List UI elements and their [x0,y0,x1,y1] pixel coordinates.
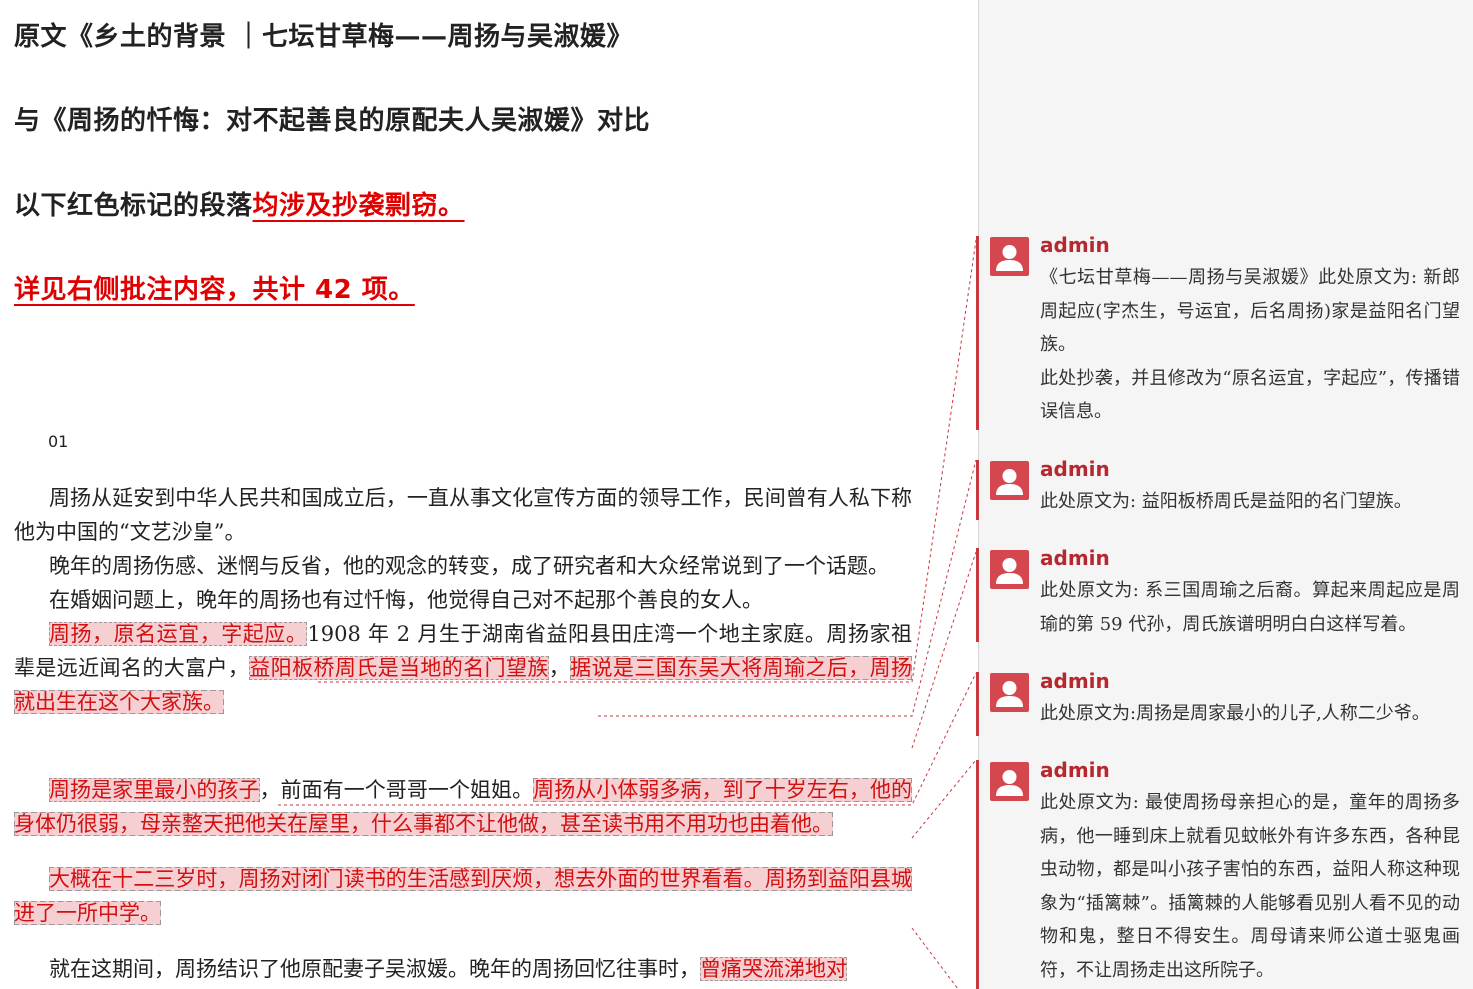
highlight-name[interactable]: 周扬，原名运宜，字起应。 [49,622,308,646]
document-body-3: 大概在十二三岁时，周扬对闭门读书的生活感到厌烦，想去外面的世界看看。周扬到益阳县… [14,862,912,930]
comment-bar-1 [976,236,979,430]
section-number: 01 [48,432,69,451]
title-line-1: 原文《乡土的背景 ｜七坛甘草梅——周扬与吴淑媛》 [14,22,634,52]
comment-card[interactable]: admin 此处原文为: 系三国周瑜之后裔。算起来周起应是周瑜的第 59 代孙，… [990,546,1462,642]
paragraph-7: 就在这期间，周扬结识了他原配妻子吴淑媛。晚年的周扬回忆往事时，曾痛哭流涕地对 [14,952,912,986]
highlight-family[interactable]: 益阳板桥周氏是当地的名门望族 [249,656,549,680]
notice-count-text: 详见右侧批注内容，共计 42 项。 [14,275,415,305]
comment-author: admin [1040,457,1110,481]
comment-author: admin [1040,758,1110,782]
comment-line: 《七坛甘草梅——周扬与吴淑媛》此处原文为: 新郎周起应(字杰生，号运宜，后名周扬… [1040,267,1460,355]
comment-card[interactable]: admin 此处原文为: 益阳板桥周氏是益阳的名门望族。 [990,457,1462,521]
highlight-school[interactable]: 大概在十二三岁时，周扬对闭门读书的生活感到厌烦，想去外面的世界看看。周扬到益阳县… [14,867,912,925]
paragraph-3: 在婚姻问题上，晚年的周扬也有过忏悔，他觉得自己对不起那个善良的女人。 [49,588,763,612]
comment-card[interactable]: admin 此处原文为: 最使周扬母亲担心的是，童年的周扬多病，他一睡到床上就看… [990,758,1462,988]
comment-card[interactable]: admin 《七坛甘草梅——周扬与吴淑媛》此处原文为: 新郎周起应(字杰生，号运… [990,233,1462,429]
document-body: 周扬从延安到中华人民共和国成立后，一直从事文化宣传方面的领导工作，民间曾有人私下… [14,481,913,719]
notice-line-1: 以下红色标记的段落均涉及抄袭剽窃。 [14,185,475,222]
paragraph-4-text-2: ， [548,656,571,680]
comment-text: 此处原文为:周扬是周家最小的儿子,人称二少爷。 [1040,697,1460,731]
paragraph-7-text-1: 就在这期间，周扬结识了他原配妻子吴淑媛。晚年的周扬回忆往事时， [49,957,700,981]
document-page: 原文《乡土的背景 ｜七坛甘草梅——周扬与吴淑媛》 与《周扬的忏悔：对不起善良的原… [0,0,978,989]
comment-author: admin [1040,546,1110,570]
notice-red-text: 均涉及抄袭剽窃。 [252,191,465,221]
comment-bar-4 [976,672,979,736]
comment-text: 此处原文为: 系三国周瑜之后裔。算起来周起应是周瑜的第 59 代孙，周氏族谱明明… [1040,574,1460,641]
paragraph-1: 周扬从延安到中华人民共和国成立后，一直从事文化宣传方面的领导工作，民间曾有人私下… [14,486,912,544]
highlight-youngest[interactable]: 周扬是家里最小的孩子 [49,778,260,802]
user-avatar-icon [990,550,1029,589]
paragraph-4: 周扬，原名运宜，字起应。1908 年 2 月生于湖南省益阳县田庄湾一个地主家庭。… [14,617,913,719]
user-avatar-icon [990,461,1029,500]
comment-bar-3 [976,548,979,642]
notice-line-2: 详见右侧批注内容，共计 42 项。 [14,269,425,306]
comment-line: 此处原文为: 益阳板桥周氏是益阳的名门望族。 [1040,491,1412,512]
comment-card[interactable]: admin 此处原文为:周扬是周家最小的儿子,人称二少爷。 [990,669,1462,735]
user-avatar-icon [990,237,1029,276]
comment-line: 此处原文为: 最使周扬母亲担心的是，童年的周扬多病，他一睡到床上就看见蚊帐外有许… [1040,792,1460,981]
comment-bar-5 [976,760,979,989]
paragraph-5-text-1: ，前面有一个哥哥一个姐姐。 [259,778,534,802]
comment-author: admin [1040,669,1110,693]
comment-line: 此处抄袭，并且修改为“原名运宜，字起应”，传播错误信息。 [1040,367,1460,423]
document-body-2: 周扬是家里最小的孩子，前面有一个哥哥一个姐姐。周扬从小体弱多病，到了十岁左右，他… [14,773,913,841]
comment-text: 此处原文为: 最使周扬母亲担心的是，童年的周扬多病，他一睡到床上就看见蚊帐外有许… [1040,786,1460,987]
paragraph-6: 大概在十二三岁时，周扬对闭门读书的生活感到厌烦，想去外面的世界看看。周扬到益阳县… [14,862,912,930]
paragraph-2: 晚年的周扬伤感、迷惘与反省，他的观念的转变，成了研究者和大众经常说到了一个话题。 [49,554,889,578]
paragraph-5: 周扬是家里最小的孩子，前面有一个哥哥一个姐姐。周扬从小体弱多病，到了十岁左右，他… [14,773,913,841]
notice-prefix: 以下红色标记的段落 [14,191,253,221]
highlight-tears[interactable]: 曾痛哭流涕地对 [700,957,847,981]
document-body-4: 就在这期间，周扬结识了他原配妻子吴淑媛。晚年的周扬回忆往事时，曾痛哭流涕地对 [14,952,912,986]
comment-text: 《七坛甘草梅——周扬与吴淑媛》此处原文为: 新郎周起应(字杰生，号运宜，后名周扬… [1040,261,1460,429]
comment-text: 此处原文为: 益阳板桥周氏是益阳的名门望族。 [1040,485,1460,519]
comment-line: 此处原文为:周扬是周家最小的儿子,人称二少爷。 [1040,703,1430,724]
comment-author: admin [1040,233,1110,257]
user-avatar-icon [990,673,1029,712]
title-line-2: 与《周扬的忏悔：对不起善良的原配夫人吴淑媛》对比 [14,106,651,136]
comment-bar-2 [976,460,979,520]
comment-line: 此处原文为: 系三国周瑜之后裔。算起来周起应是周瑜的第 59 代孙，周氏族谱明明… [1040,580,1460,635]
user-avatar-icon [990,762,1029,801]
